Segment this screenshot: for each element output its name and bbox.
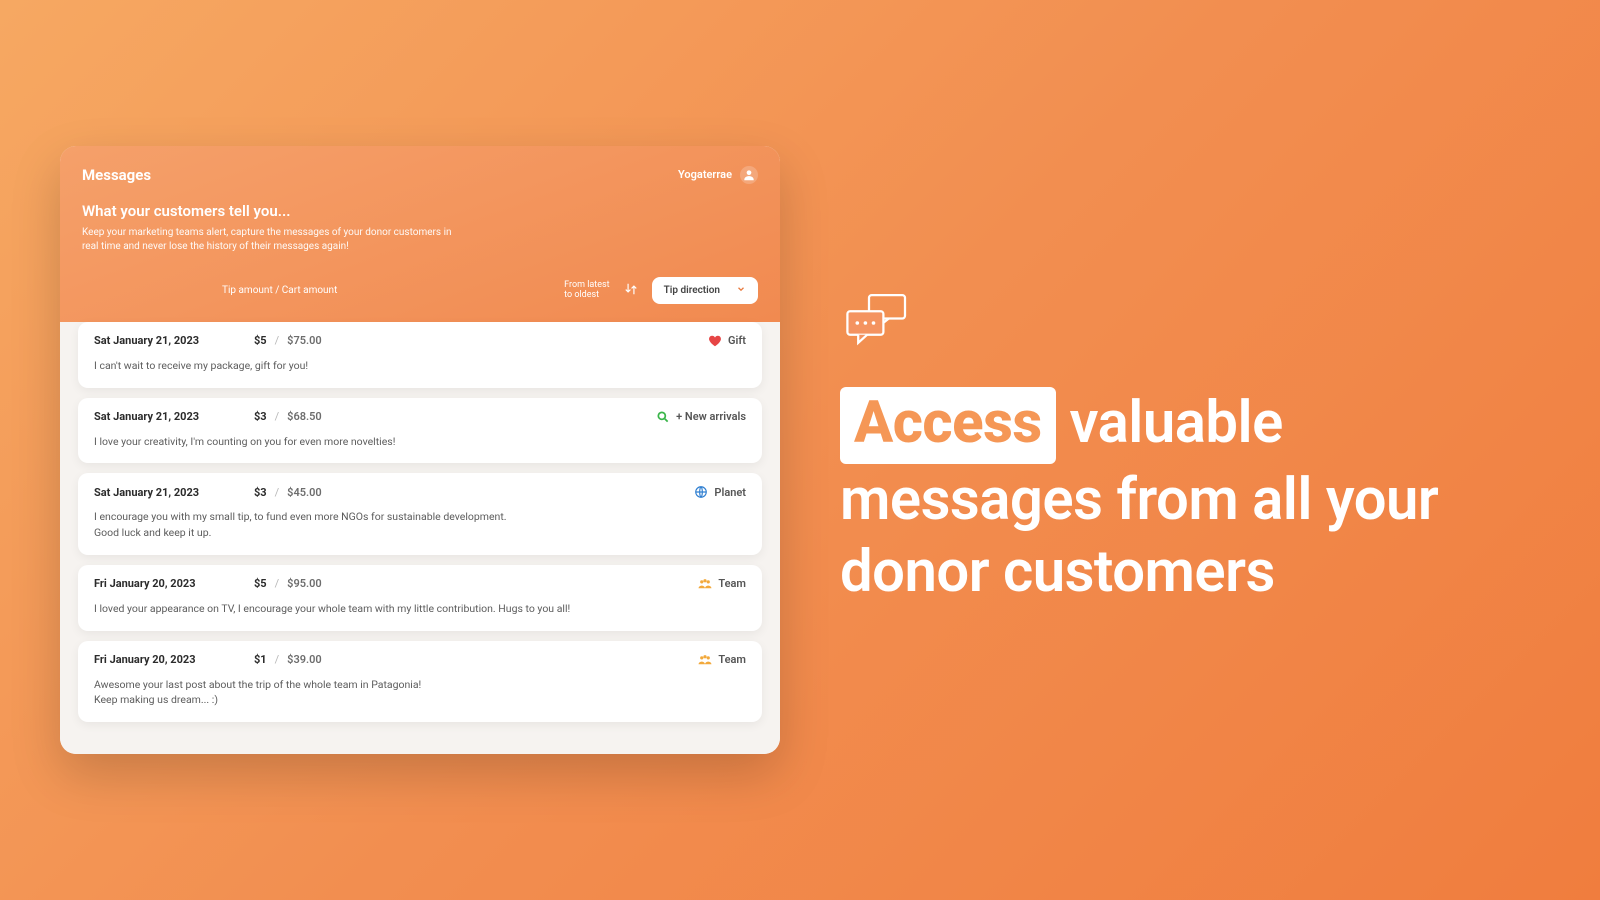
tip-amount: $1 xyxy=(254,653,267,666)
tip-amount: $5 xyxy=(254,577,267,590)
tag-label: Planet xyxy=(714,486,746,499)
chat-bubbles-icon xyxy=(842,291,1540,359)
message-body: Awesome your last post about the trip of… xyxy=(94,677,746,709)
messages-panel: Messages Yogaterrae What your customers … xyxy=(60,146,780,754)
message-tag: Planet xyxy=(694,485,746,499)
tip-direction-dropdown[interactable]: Tip direction xyxy=(652,277,758,304)
subtitle: What your customers tell you... xyxy=(82,202,758,220)
tag-label: Team xyxy=(718,577,746,590)
message-amounts: $1 / $39.00 xyxy=(254,653,322,666)
heart-icon xyxy=(708,334,722,348)
message-date: Fri January 20, 2023 xyxy=(94,653,254,666)
columns-label: Tip amount / Cart amount xyxy=(222,285,337,296)
message-date: Fri January 20, 2023 xyxy=(94,577,254,590)
tip-amount: $3 xyxy=(254,486,267,499)
sort-swap-icon[interactable] xyxy=(624,281,638,300)
cart-amount: $95.00 xyxy=(287,577,322,590)
message-body: I love your creativity, I'm counting on … xyxy=(94,434,746,450)
tip-amount: $5 xyxy=(254,334,267,347)
tip-amount: $3 xyxy=(254,410,267,423)
message-item[interactable]: Sat January 21, 2023 $5 / $75.00 Gift I … xyxy=(78,322,762,388)
message-tag: Gift xyxy=(708,334,746,348)
user-chip[interactable]: Yogaterrae xyxy=(678,166,758,184)
page-title: Messages xyxy=(82,166,151,184)
cart-amount: $39.00 xyxy=(287,653,322,666)
panel-header: Messages Yogaterrae What your customers … xyxy=(60,146,780,322)
message-amounts: $3 / $45.00 xyxy=(254,486,322,499)
message-tag: Team xyxy=(698,577,746,591)
team-icon xyxy=(698,577,712,591)
tag-label: + New arrivals xyxy=(676,410,746,423)
message-date: Sat January 21, 2023 xyxy=(94,410,254,423)
message-body: I loved your appearance on TV, I encoura… xyxy=(94,601,746,617)
globe-icon xyxy=(694,485,708,499)
tag-label: Gift xyxy=(728,334,746,347)
message-item[interactable]: Fri January 20, 2023 $5 / $95.00 Team I … xyxy=(78,565,762,631)
message-item[interactable]: Sat January 21, 2023 $3 / $45.00 Planet … xyxy=(78,473,762,555)
message-tag: + New arrivals xyxy=(656,410,746,424)
message-amounts: $5 / $95.00 xyxy=(254,577,322,590)
message-item[interactable]: Fri January 20, 2023 $1 / $39.00 Team Aw… xyxy=(78,641,762,723)
message-body: I can't wait to receive my package, gift… xyxy=(94,358,746,374)
chevron-down-icon xyxy=(736,284,746,297)
message-tag: Team xyxy=(698,653,746,667)
user-name: Yogaterrae xyxy=(678,168,732,181)
message-item[interactable]: Sat January 21, 2023 $3 / $68.50 + New a… xyxy=(78,398,762,464)
message-list: Sat January 21, 2023 $5 / $75.00 Gift I … xyxy=(60,322,780,754)
cart-amount: $45.00 xyxy=(287,486,322,499)
sort-order-label: From latest to oldest xyxy=(564,280,609,302)
tag-label: Team xyxy=(718,653,746,666)
headline-highlight: Access xyxy=(840,387,1056,464)
message-date: Sat January 21, 2023 xyxy=(94,486,254,499)
tip-direction-label: Tip direction xyxy=(664,285,720,296)
cart-amount: $75.00 xyxy=(287,334,322,347)
message-date: Sat January 21, 2023 xyxy=(94,334,254,347)
message-amounts: $5 / $75.00 xyxy=(254,334,322,347)
cart-amount: $68.50 xyxy=(287,410,322,423)
avatar-icon xyxy=(740,166,758,184)
message-amounts: $3 / $68.50 xyxy=(254,410,322,423)
message-body: I encourage you with my small tip, to fu… xyxy=(94,509,746,541)
promo-copy: Access valuable messages from all your d… xyxy=(840,291,1540,609)
team-icon xyxy=(698,653,712,667)
search-icon xyxy=(656,410,670,424)
headline: Access valuable messages from all your d… xyxy=(840,387,1540,609)
description: Keep your marketing teams alert, capture… xyxy=(82,226,462,255)
